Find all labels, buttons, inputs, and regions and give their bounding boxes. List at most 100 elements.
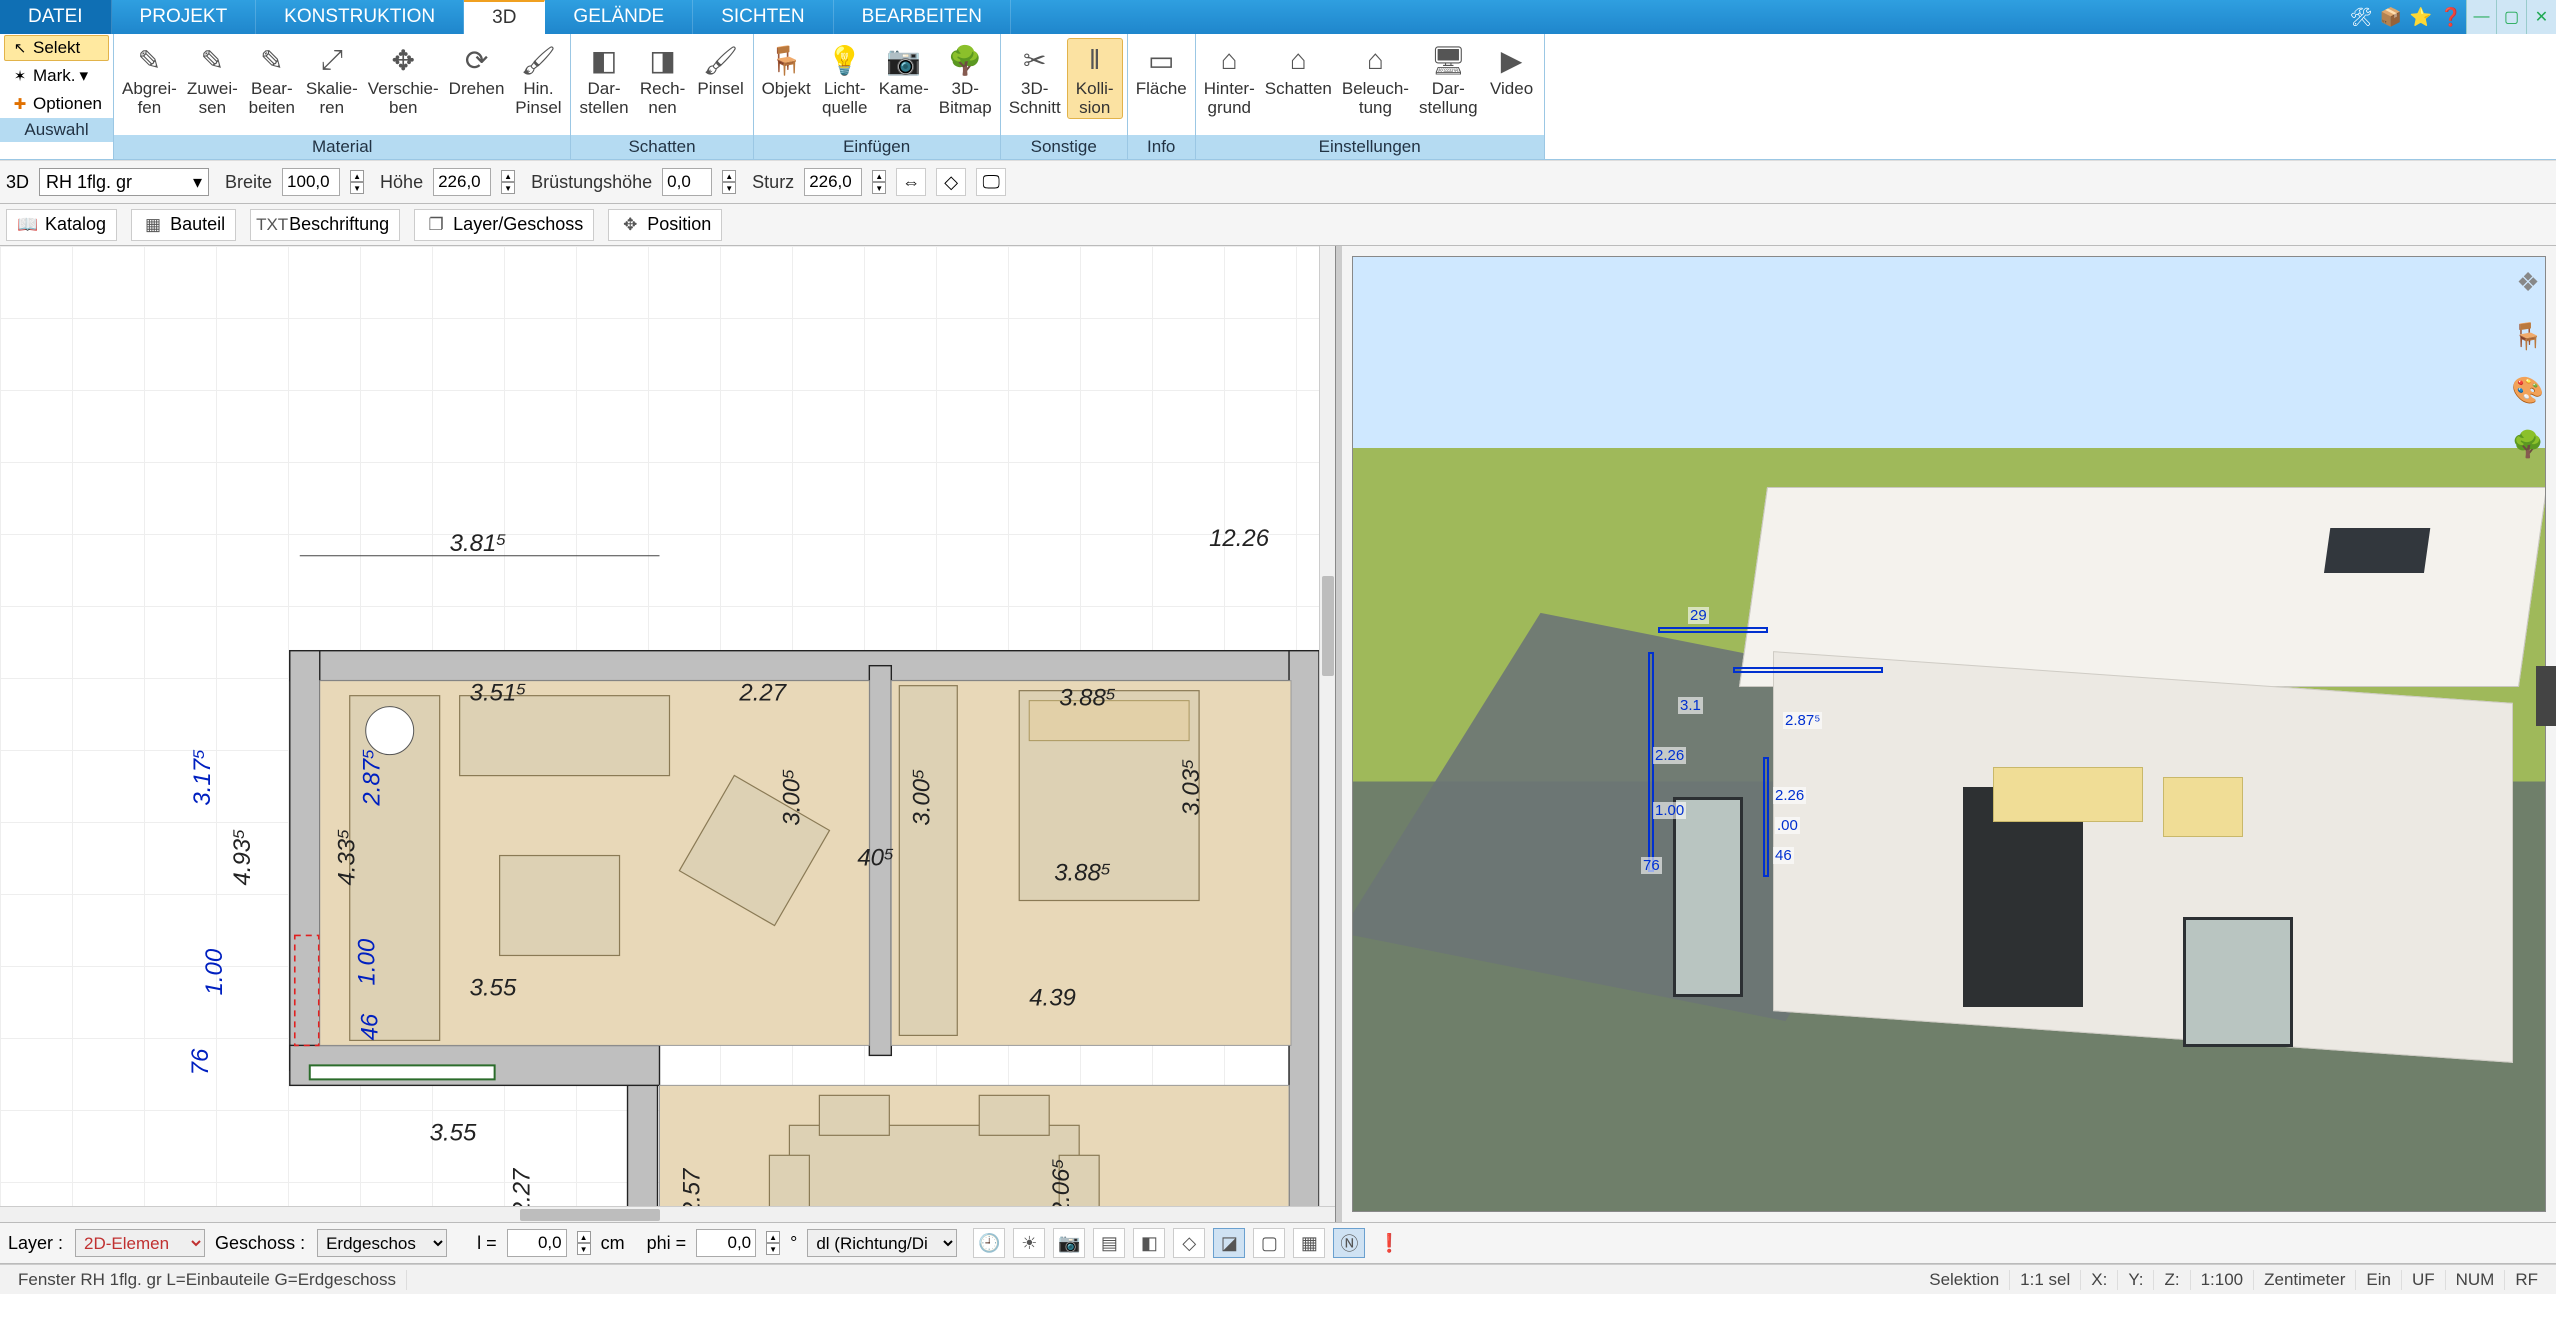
breite-input[interactable] (282, 168, 340, 196)
schatten-btn-2[interactable]: 🖌Pinsel (693, 38, 749, 101)
floor-plan[interactable]: 3.81⁵ 12.26 3.51⁵ 2.27 3.88⁵ 3.88⁵ 2.87⁵… (0, 246, 1335, 1221)
tab-katalog[interactable]: 📖Katalog (6, 209, 117, 241)
material-btn-5[interactable]: ⟳Drehen (445, 38, 509, 101)
menu-tab-3d[interactable]: 3D (464, 0, 545, 34)
chair-3d (2163, 777, 2243, 837)
anchor-icon[interactable]: ◇ (936, 168, 966, 196)
length-input[interactable] (507, 1229, 567, 1257)
monitor-icon[interactable]: 🖵 (976, 168, 1006, 196)
close-button[interactable]: ✕ (2526, 0, 2556, 34)
menu-tab-gelaende[interactable]: GELÄNDE (545, 0, 693, 34)
view-3d-canvas[interactable]: 29 3.1 2.26 1.00 76 2.87⁵ 2.26 .00 46 (1352, 256, 2546, 1212)
einfuegen-btn-2[interactable]: 📷Kame- ra (875, 38, 933, 119)
outline-icon[interactable]: ▢ (1253, 1228, 1285, 1258)
material-btn-1[interactable]: ✎Zuwei- sen (183, 38, 242, 119)
material-btn-0[interactable]: ✎Abgrei- fen (118, 38, 181, 119)
einfuegen-btn-1[interactable]: 💡Licht- quelle (817, 38, 873, 119)
lbl-76: 76 (1641, 857, 1662, 874)
menu-tab-datei[interactable]: DATEI (0, 0, 112, 34)
shade-icon[interactable]: ◪ (1213, 1228, 1245, 1258)
pane-2d[interactable]: 3.81⁵ 12.26 3.51⁵ 2.27 3.88⁵ 3.88⁵ 2.87⁵… (0, 246, 1336, 1222)
menu-tab-sichten[interactable]: SICHTEN (693, 0, 833, 34)
info-icon[interactable]: ❗ (1373, 1228, 1405, 1258)
material-icon-4: ✥ (381, 40, 425, 80)
sturz-input[interactable] (804, 168, 862, 196)
breite-spinner[interactable]: ▲▼ (350, 170, 364, 194)
geschoss-select[interactable]: Erdgeschos (317, 1229, 447, 1257)
material-icon-0: ✎ (127, 40, 171, 80)
sonstige-btn-0[interactable]: ✂3D- Schnitt (1005, 38, 1065, 119)
schatten-btn-1[interactable]: ◨Rech- nen (635, 38, 691, 119)
material-label-4: Verschie- ben (368, 80, 439, 117)
status-scale: 1:100 (2191, 1270, 2255, 1290)
length-spinner[interactable]: ▲▼ (577, 1231, 591, 1255)
camera-icon[interactable]: 📷 (1053, 1228, 1085, 1258)
einstellungen-btn-2[interactable]: ⌂Beleuch- tung (1338, 38, 1413, 119)
material-btn-4[interactable]: ✥Verschie- ben (364, 38, 443, 119)
optionen-button[interactable]: ✚Optionen (4, 91, 109, 117)
sonstige-btn-1[interactable]: ‖Kolli- sion (1067, 38, 1123, 119)
box-icon[interactable]: 📦 (2376, 0, 2406, 34)
schatten-btn-0[interactable]: ◧Dar- stellen (575, 38, 632, 119)
clock-icon[interactable]: 🕘 (973, 1228, 1005, 1258)
minimize-button[interactable]: — (2466, 0, 2496, 34)
scrollbar-horizontal[interactable] (0, 1206, 1335, 1222)
material-btn-2[interactable]: ✎Bear- beiten (244, 38, 300, 119)
tab-bauteil[interactable]: ▦Bauteil (131, 209, 236, 241)
einstellungen-btn-3[interactable]: 🖥Dar- stellung (1415, 38, 1482, 119)
sun-icon[interactable]: ☀ (1013, 1228, 1045, 1258)
selekt-button[interactable]: ↖Selekt (4, 35, 109, 61)
group-label-schatten: Schatten (571, 135, 752, 159)
layer-select[interactable]: 2D-Elemen (75, 1229, 205, 1257)
tools-icon[interactable]: 🛠 (2346, 0, 2376, 34)
diamond-icon[interactable]: ◇ (1173, 1228, 1205, 1258)
bruestung-spinner[interactable]: ▲▼ (722, 170, 736, 194)
menu-tab-konstruktion[interactable]: KONSTRUKTION (256, 0, 464, 34)
sturz-spinner[interactable]: ▲▼ (872, 170, 886, 194)
material-btn-6[interactable]: 🖌Hin. Pinsel (510, 38, 566, 119)
material-icon-5: ⟳ (455, 40, 499, 80)
info-btn-0[interactable]: ▭Fläche (1132, 38, 1191, 101)
einfuegen-btn-3[interactable]: 🌳3D- Bitmap (935, 38, 996, 119)
status-z: Z: (2154, 1270, 2190, 1290)
side-panel-handle[interactable] (2536, 666, 2556, 726)
restore-button[interactable]: ▢ (2496, 0, 2526, 34)
ribbon-group-material: ✎Abgrei- fen✎Zuwei- sen✎Bear- beiten⤢Ska… (114, 34, 571, 159)
color-palette-icon[interactable]: 🎨 (2508, 370, 2548, 410)
tab-position[interactable]: ✥Position (608, 209, 722, 241)
mode-select[interactable]: dl (Richtung/Di (807, 1229, 957, 1257)
material-btn-3[interactable]: ⤢Skalie- ren (302, 38, 362, 119)
star-icon[interactable]: ⭐ (2406, 0, 2436, 34)
einfuegen-btn-0[interactable]: 🪑Objekt (758, 38, 815, 101)
furniture-icon[interactable]: 🪑 (2508, 316, 2548, 356)
schatten-label-2: Pinsel (697, 80, 743, 99)
status-num: NUM (2446, 1270, 2506, 1290)
einstellungen-btn-1[interactable]: ⌂Schatten (1261, 38, 1336, 101)
element-type-select[interactable]: RH 1flg. gr ▾ (39, 168, 209, 196)
stack-icon[interactable]: ▤ (1093, 1228, 1125, 1258)
einstellungen-btn-0[interactable]: ⌂Hinter- grund (1200, 38, 1259, 119)
align-icon[interactable]: ⇔ (896, 168, 926, 196)
north-icon[interactable]: Ⓝ (1333, 1228, 1365, 1258)
hoehe-spinner[interactable]: ▲▼ (501, 170, 515, 194)
pane-3d[interactable]: 29 3.1 2.26 1.00 76 2.87⁵ 2.26 .00 46 ❖ … (1342, 246, 2556, 1222)
status-bar: Fenster RH 1flg. gr L=Einbauteile G=Erdg… (0, 1264, 2556, 1294)
grid-icon[interactable]: ▦ (1293, 1228, 1325, 1258)
menu-tab-projekt[interactable]: PROJEKT (112, 0, 257, 34)
help-icon[interactable]: ❓ (2436, 0, 2466, 34)
phi-input[interactable] (696, 1229, 756, 1257)
einfuegen-label-3: 3D- Bitmap (939, 80, 992, 117)
status-unit: Zentimeter (2254, 1270, 2356, 1290)
square-icon[interactable]: ◧ (1133, 1228, 1165, 1258)
tab-layer[interactable]: ❐Layer/Geschoss (414, 209, 594, 241)
mark-button[interactable]: ✶Mark.▾ (4, 63, 109, 89)
phi-spinner[interactable]: ▲▼ (766, 1231, 780, 1255)
einstellungen-btn-4[interactable]: ▶Video (1484, 38, 1540, 101)
layers-icon[interactable]: ❖ (2508, 262, 2548, 302)
menu-tab-bearbeiten[interactable]: BEARBEITEN (834, 0, 1011, 34)
tab-beschriftung[interactable]: TXTBeschriftung (250, 209, 400, 241)
hoehe-input[interactable] (433, 168, 491, 196)
scrollbar-vertical[interactable] (1319, 246, 1335, 1206)
tree-icon[interactable]: 🌳 (2508, 424, 2548, 464)
bruestung-input[interactable] (662, 168, 712, 196)
